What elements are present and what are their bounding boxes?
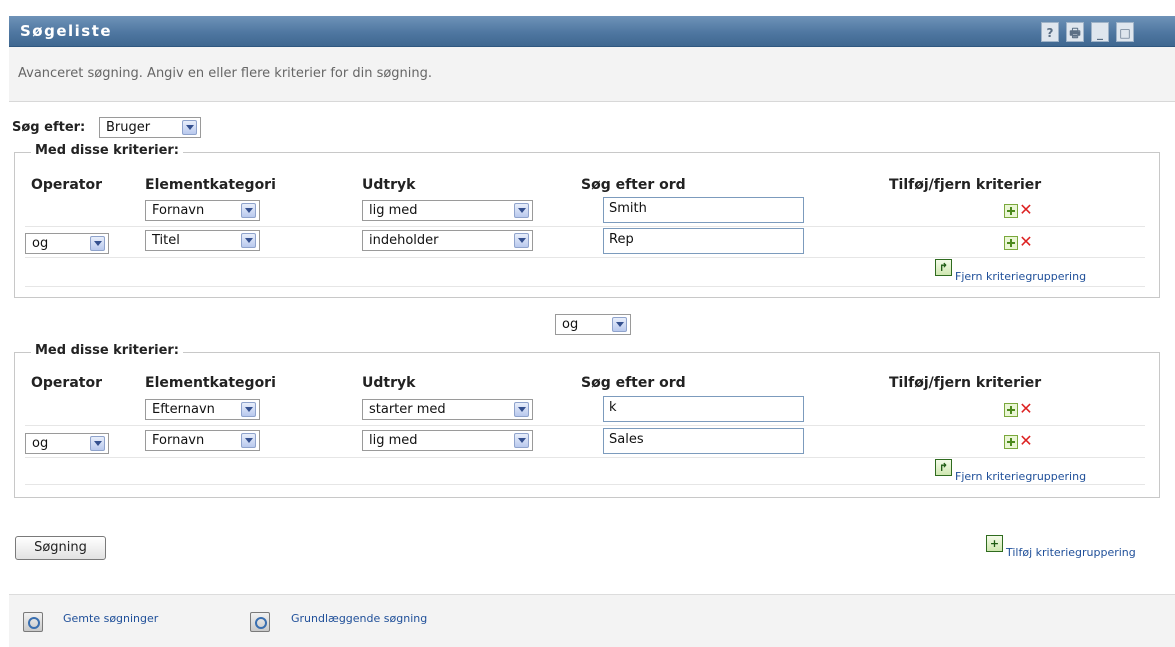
category-select[interactable]: Efternavn [145,399,260,420]
operator-select[interactable]: og [25,433,109,454]
header-addremove: Tilføj/fjern kriterier [889,375,1042,391]
row-divider [25,226,1145,227]
remove-group-icon[interactable]: ↱ [935,459,952,476]
add-group-link[interactable]: Tilføj kriteriegruppering [1006,546,1136,559]
add-criterion-icon[interactable] [1004,236,1018,250]
remove-group-icon[interactable]: ↱ [935,259,952,276]
operator-select[interactable]: og [25,233,109,254]
term-input[interactable]: Rep [603,228,804,254]
chevron-down-icon [612,317,627,332]
remove-group-link[interactable]: Fjern kriteriegruppering [955,270,1086,283]
footer: Gemte søgninger Grundlæggende søgning [9,594,1175,647]
chevron-down-icon [90,436,105,451]
expression-select[interactable]: indeholder [362,230,533,251]
category-value: Fornavn [152,203,205,218]
expression-select[interactable]: lig med [362,200,533,221]
header-term: Søg efter ord [581,375,686,391]
remove-criterion-icon[interactable]: ✕ [1019,401,1033,417]
term-input[interactable]: k [603,396,804,422]
maximize-button[interactable]: □ [1116,22,1134,42]
expression-value: starter med [369,402,446,417]
row-divider [25,484,1145,485]
add-criterion-icon[interactable] [1004,204,1018,218]
description-text: Avanceret søgning. Angiv en eller flere … [18,66,433,81]
operator-value: og [32,436,49,451]
remove-criterion-icon[interactable]: ✕ [1019,433,1033,449]
header-expression: Udtryk [362,375,416,391]
group-connector-value: og [562,317,579,332]
add-criterion-icon[interactable] [1004,403,1018,417]
search-button[interactable]: Søgning [15,536,106,560]
saved-searches-link[interactable]: Gemte søgninger [63,612,158,625]
group-connector-select[interactable]: og [555,314,631,335]
row-divider [25,257,1145,258]
description-bar: Avanceret søgning. Angiv en eller flere … [9,47,1175,102]
minimize-button[interactable]: _ [1091,22,1109,42]
chevron-down-icon [514,433,529,448]
chevron-down-icon [182,120,197,135]
expression-value: lig med [369,433,418,448]
chevron-down-icon [514,203,529,218]
remove-group-link[interactable]: Fjern kriteriegruppering [955,470,1086,483]
term-input[interactable]: Sales [603,428,804,454]
print-button[interactable]: 🖶 [1066,22,1084,42]
expression-value: indeholder [369,233,439,248]
chevron-down-icon [514,402,529,417]
basic-search-icon[interactable] [250,612,270,632]
row-divider [25,286,1145,287]
search-for-label: Søg efter: [12,120,86,135]
search-for-value: Bruger [106,120,151,135]
basic-search-link[interactable]: Grundlæggende søgning [291,612,427,625]
title-bar: Søgeliste ? 🖶 _ □ [9,16,1175,47]
chevron-down-icon [90,236,105,251]
saved-searches-icon[interactable] [23,612,43,632]
category-value: Titel [152,233,180,248]
expression-select[interactable]: starter med [362,399,533,420]
term-input[interactable]: Smith [603,197,804,223]
category-value: Fornavn [152,433,205,448]
operator-value: og [32,236,49,251]
header-term: Søg efter ord [581,177,686,193]
chevron-down-icon [241,402,256,417]
expression-select[interactable]: lig med [362,430,533,451]
chevron-down-icon [514,233,529,248]
category-select[interactable]: Fornavn [145,430,260,451]
remove-criterion-icon[interactable]: ✕ [1019,202,1033,218]
group-legend: Med disse kriterier: [31,343,184,358]
expression-value: lig med [369,203,418,218]
row-divider [25,457,1145,458]
category-select[interactable]: Titel [145,230,260,251]
remove-criterion-icon[interactable]: ✕ [1019,234,1033,250]
header-category: Elementkategori [145,375,276,391]
help-button[interactable]: ? [1041,22,1059,42]
category-value: Efternavn [152,402,215,417]
page-title: Søgeliste [20,22,113,40]
category-select[interactable]: Fornavn [145,200,260,221]
chevron-down-icon [241,203,256,218]
group-legend: Med disse kriterier: [31,143,184,158]
chevron-down-icon [241,233,256,248]
header-operator: Operator [31,177,102,193]
chevron-down-icon [241,433,256,448]
add-criterion-icon[interactable] [1004,435,1018,449]
search-for-select[interactable]: Bruger [99,117,201,138]
header-addremove: Tilføj/fjern kriterier [889,177,1042,193]
add-group-icon[interactable]: + [986,535,1003,552]
header-category: Elementkategori [145,177,276,193]
header-operator: Operator [31,375,102,391]
header-expression: Udtryk [362,177,416,193]
row-divider [25,425,1145,426]
criteria-group-2: Med disse kriterier: Operator Elementkat… [14,343,1160,498]
criteria-group-1: Med disse kriterier: Operator Elementkat… [14,143,1160,298]
